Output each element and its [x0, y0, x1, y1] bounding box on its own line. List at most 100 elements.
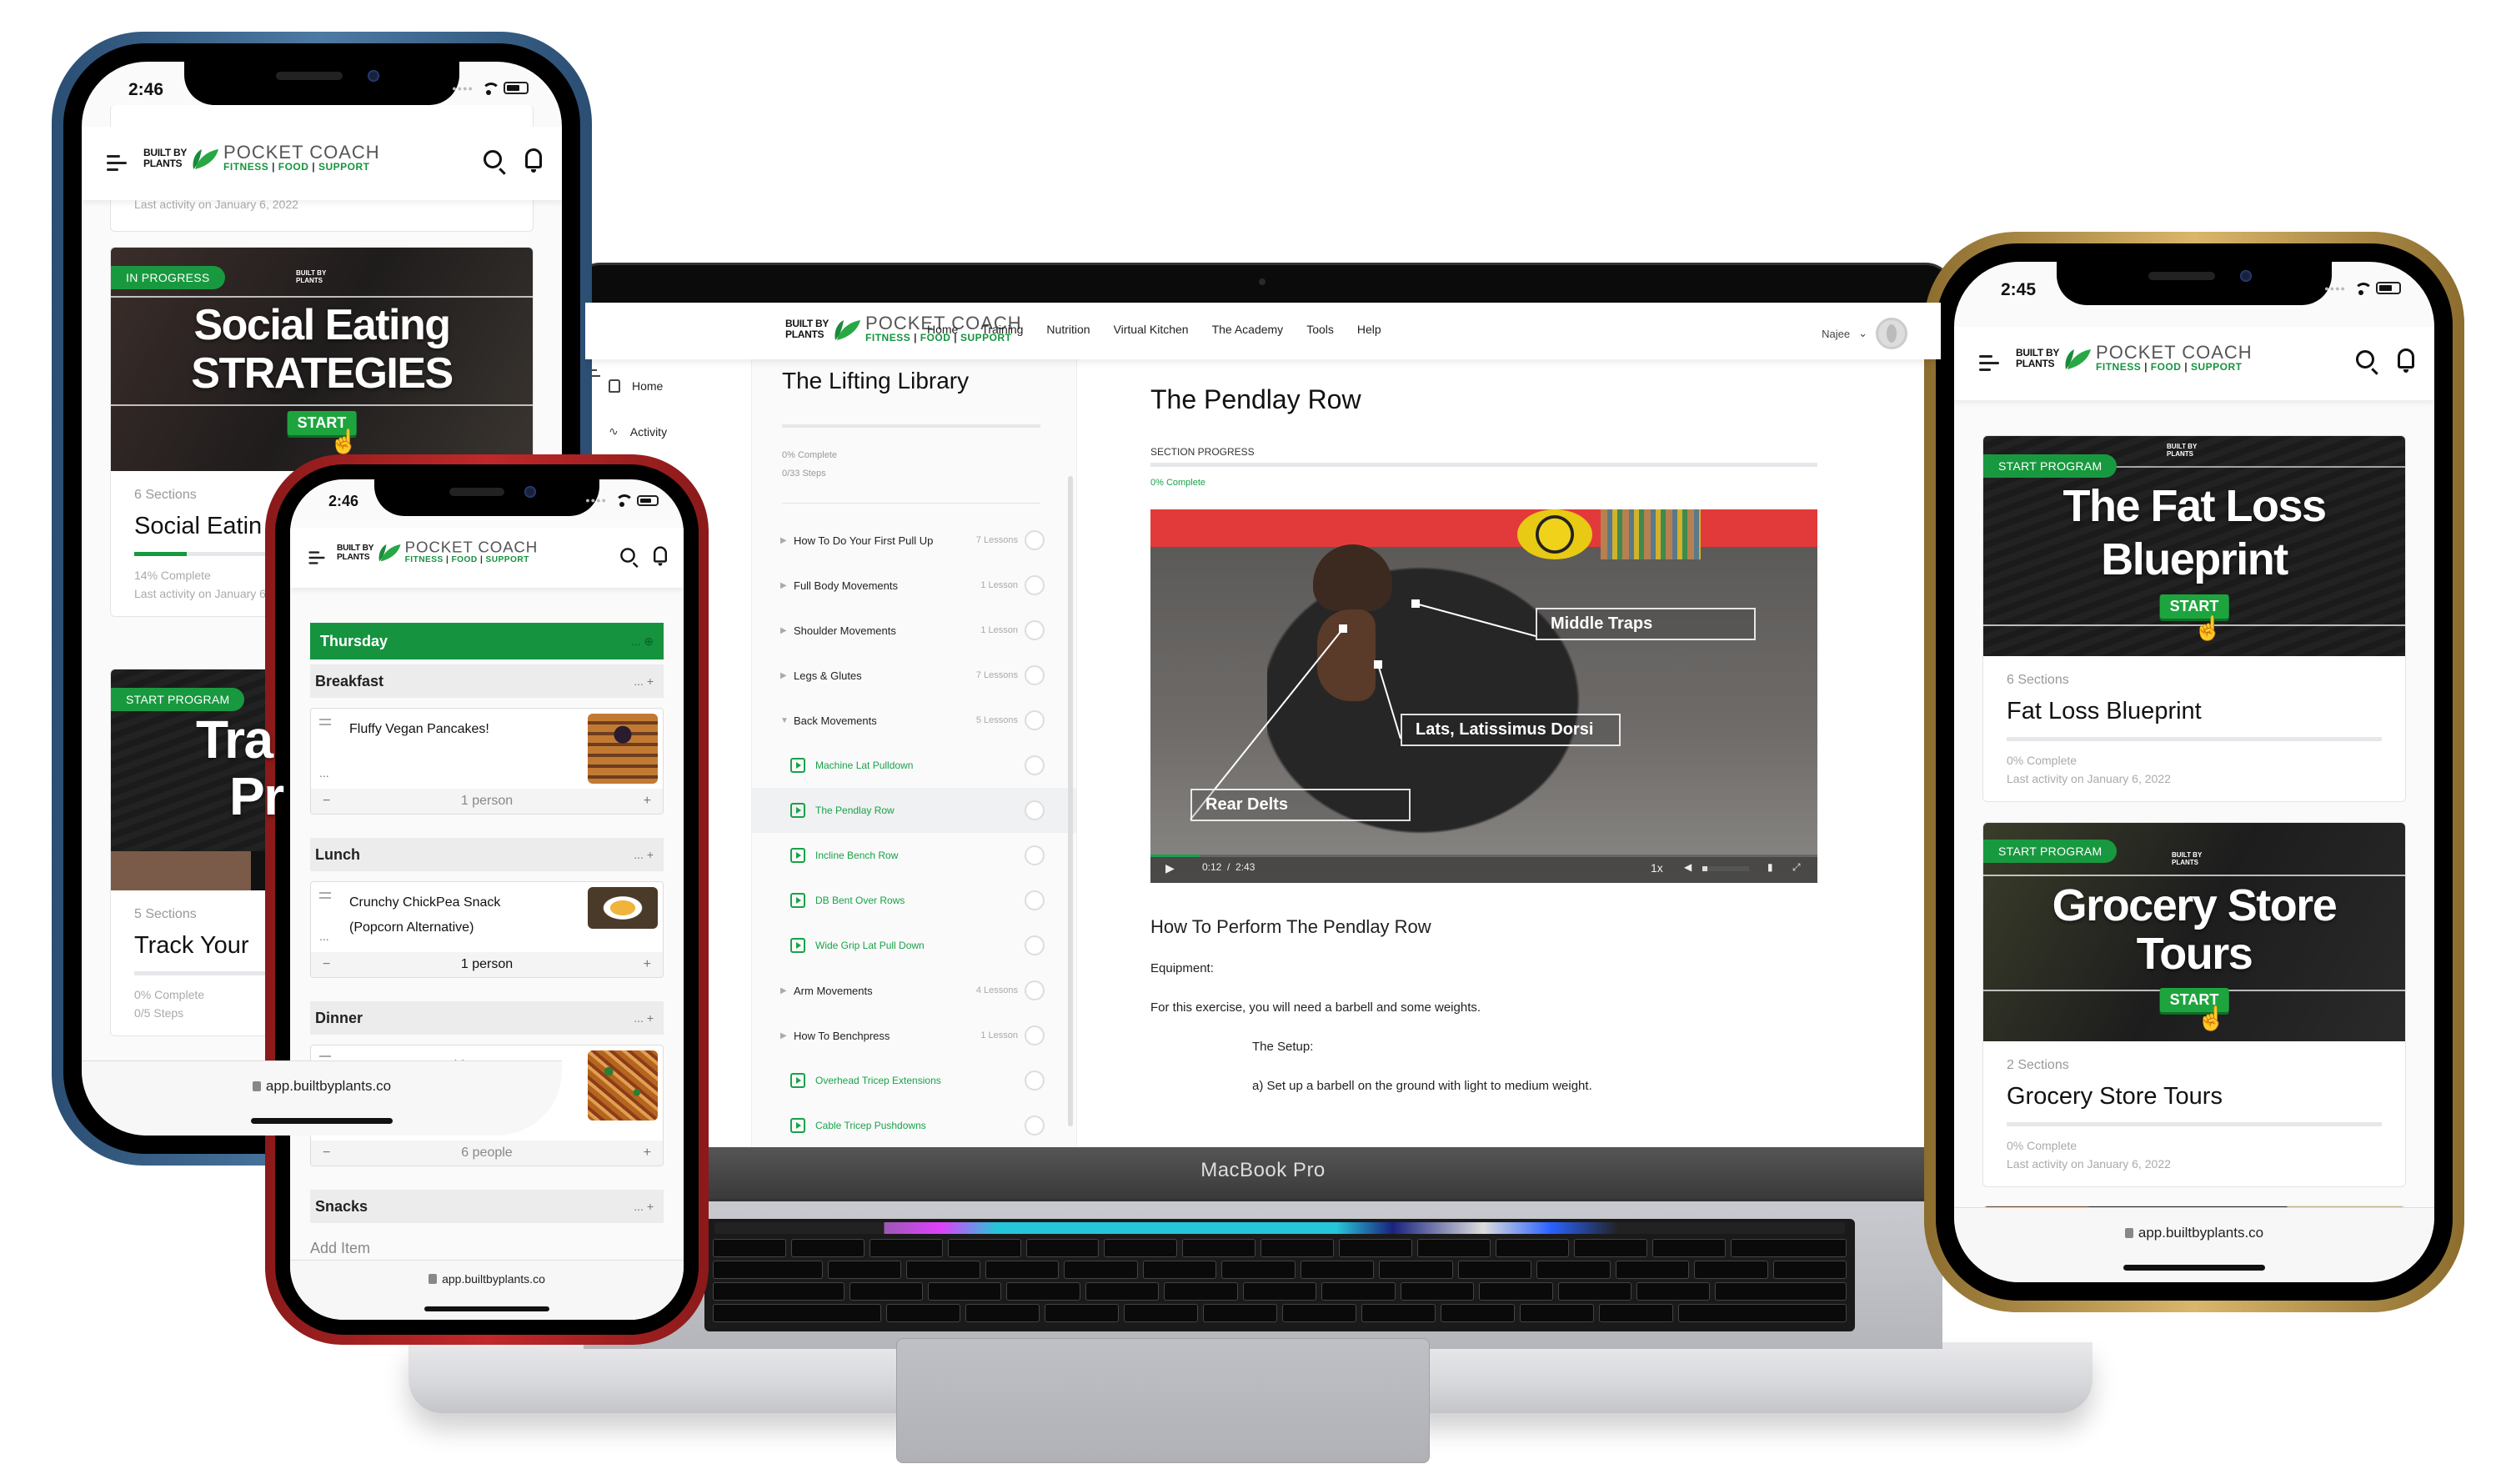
lesson-row-active[interactable]: The Pendlay Row [752, 788, 1076, 833]
touch-bar[interactable] [714, 1222, 1845, 1234]
nav-training[interactable]: Training [981, 323, 1023, 336]
trackpad[interactable] [896, 1338, 1430, 1463]
completion-circle-icon[interactable] [1025, 1116, 1045, 1136]
volume-slider[interactable] [1702, 866, 1749, 871]
playback-speed-button[interactable]: 1x [1651, 861, 1663, 875]
lesson-row[interactable]: DB Bent Over Rows [752, 878, 1076, 923]
completion-circle-icon[interactable] [1025, 980, 1045, 1000]
course-section-row[interactable]: ▼ Back Movements 5 Lessons [752, 698, 1076, 743]
user-menu[interactable]: Najee ⌄ [1822, 318, 1907, 349]
device-label: MacBook Pro [1200, 1159, 1326, 1181]
brand-logo[interactable]: BUILT BY PLANTS POCKET COACH FITNESS | FOO… [143, 143, 380, 173]
completion-circle-icon[interactable] [1025, 620, 1045, 640]
search-icon[interactable] [620, 548, 635, 563]
mobile-header: BUILT BY PLANTS POCKET COACH FITNESS | FOO… [82, 127, 562, 200]
lesson-row[interactable]: Cable Tricep Pushdowns [752, 1103, 1076, 1148]
decrease-servings-button[interactable]: − [323, 1141, 330, 1166]
video-lesson-icon [790, 1073, 805, 1088]
avatar[interactable] [1876, 318, 1907, 349]
drag-handle-icon[interactable] [319, 892, 331, 902]
program-card[interactable]: START PROGRAM BUILT BY PLANTS Grocery Sto… [1982, 822, 2406, 1187]
meal-actions[interactable]: ... + [634, 664, 654, 698]
recipe-thumbnail[interactable] [588, 714, 658, 784]
brand-logo[interactable]: BUILT BY PLANTS POCKET COACH FITNESS | FOO… [337, 539, 538, 564]
program-card[interactable]: BUILT BY PLANTS START PROGRAM The Fat Los… [1982, 435, 2406, 802]
nav-help[interactable]: Help [1357, 323, 1381, 336]
course-section-row[interactable]: ▶ Arm Movements 4 Lessons [752, 968, 1076, 1013]
completion-circle-icon[interactable] [1025, 1070, 1045, 1090]
browser-url-bar[interactable]: app.builtbyplants.co [82, 1060, 562, 1136]
course-section-row[interactable]: ▶ Full Body Movements 1 Lesson [752, 563, 1076, 608]
browser-url-bar[interactable]: app.builtbyplants.co [1954, 1207, 2434, 1282]
section-lesson-count: 1 Lesson [980, 580, 1018, 590]
completion-circle-icon[interactable] [1025, 935, 1045, 955]
course-section-row[interactable]: ▶ How To Benchpress 1 Lesson [752, 1013, 1076, 1058]
increase-servings-button[interactable]: + [644, 1141, 651, 1166]
brand-logo[interactable]: BUILT BY PLANTS POCKET COACH FITNESS | FOO… [2016, 343, 2253, 373]
nav-the-academy[interactable]: The Academy [1212, 323, 1284, 336]
completion-circle-icon[interactable] [1025, 710, 1045, 730]
course-section-row[interactable]: ▶ Shoulder Movements 1 Lesson [752, 608, 1076, 653]
fullscreen-icon[interactable]: ⤢ [1792, 861, 1801, 874]
nav-tools[interactable]: Tools [1306, 323, 1334, 336]
lock-icon [429, 1274, 438, 1284]
recipe-item[interactable]: Crunchy ChickPea Snack (Popcorn Alternati… [310, 881, 664, 978]
hamburger-icon[interactable] [308, 551, 325, 567]
hamburger-icon[interactable] [1979, 355, 1999, 375]
home-indicator[interactable] [251, 1118, 393, 1124]
video-player[interactable]: Middle Traps Lats, Latissimus Dorsi Rear… [1150, 509, 1817, 883]
recipe-thumbnail[interactable] [588, 1050, 658, 1121]
servings-value: 6 people [461, 1146, 513, 1160]
completion-circle-icon[interactable] [1025, 575, 1045, 595]
sidebar-scrollbar[interactable] [1068, 476, 1073, 1126]
lesson-name: Incline Bench Row [815, 850, 899, 861]
course-section-row[interactable]: ▶ Legs & Glutes 7 Lessons [752, 653, 1076, 698]
search-icon[interactable] [484, 150, 502, 168]
nav-nutrition[interactable]: Nutrition [1046, 323, 1090, 336]
decrease-servings-button[interactable]: − [323, 952, 330, 977]
app-nav-home[interactable]: Home [609, 379, 663, 393]
course-section-row[interactable]: ▶ How To Do Your First Pull Up 7 Lessons [752, 518, 1076, 563]
more-options-icon[interactable]: ... [319, 924, 329, 949]
completion-circle-icon[interactable] [1025, 530, 1045, 550]
url-text: app.builtbyplants.co [290, 1272, 684, 1286]
completion-circle-icon[interactable] [1025, 755, 1045, 775]
volume-icon[interactable]: ◀ [1684, 861, 1692, 873]
app-nav-activity[interactable]: ∿ Activity [609, 424, 667, 439]
phone-right: 2:45 ●●●● BUILT BY PLANTS POCKET COACH FIT… [1924, 232, 2464, 1312]
quality-icon[interactable]: ▮ [1767, 861, 1773, 873]
completion-circle-icon[interactable] [1025, 890, 1045, 910]
meal-header: Snacks ... + [310, 1190, 664, 1223]
home-indicator[interactable] [2123, 1265, 2265, 1271]
increase-servings-button[interactable]: + [644, 789, 651, 814]
bell-icon[interactable] [654, 546, 667, 566]
play-icon[interactable]: ▶ [1165, 861, 1175, 875]
completion-circle-icon[interactable] [1025, 1025, 1045, 1045]
hamburger-icon[interactable] [107, 155, 127, 175]
bell-icon[interactable] [525, 148, 542, 173]
day-actions[interactable]: ... ⊕ [631, 623, 654, 659]
video-seek-bar[interactable] [1150, 855, 1817, 857]
meal-actions[interactable]: ... + [634, 838, 654, 871]
logo-title: POCKET COACH [2096, 342, 2253, 363]
add-item-button[interactable]: Add Item [310, 1240, 664, 1257]
lesson-row[interactable]: Overhead Tricep Extensions [752, 1058, 1076, 1103]
lesson-row[interactable]: Wide Grip Lat Pull Down [752, 923, 1076, 968]
section-name: Shoulder Movements [794, 624, 896, 637]
increase-servings-button[interactable]: + [644, 952, 651, 977]
url-text: app.builtbyplants.co [1954, 1225, 2434, 1241]
nav-home[interactable]: Home [927, 323, 958, 336]
nav-virtual-kitchen[interactable]: Virtual Kitchen [1114, 323, 1189, 336]
completion-circle-icon[interactable] [1025, 845, 1045, 865]
bell-icon[interactable] [2398, 348, 2414, 373]
completion-circle-icon[interactable] [1025, 800, 1045, 820]
meal-actions[interactable]: ... + [634, 1190, 654, 1223]
lesson-row[interactable]: Incline Bench Row [752, 833, 1076, 878]
home-indicator[interactable] [424, 1306, 549, 1311]
recipe-thumbnail[interactable] [588, 887, 658, 929]
meal-actions[interactable]: ... + [634, 1001, 654, 1035]
completion-circle-icon[interactable] [1025, 665, 1045, 685]
search-icon[interactable] [2356, 350, 2374, 368]
browser-url-bar[interactable]: app.builtbyplants.co [290, 1260, 684, 1320]
lesson-row[interactable]: Machine Lat Pulldown [752, 743, 1076, 788]
